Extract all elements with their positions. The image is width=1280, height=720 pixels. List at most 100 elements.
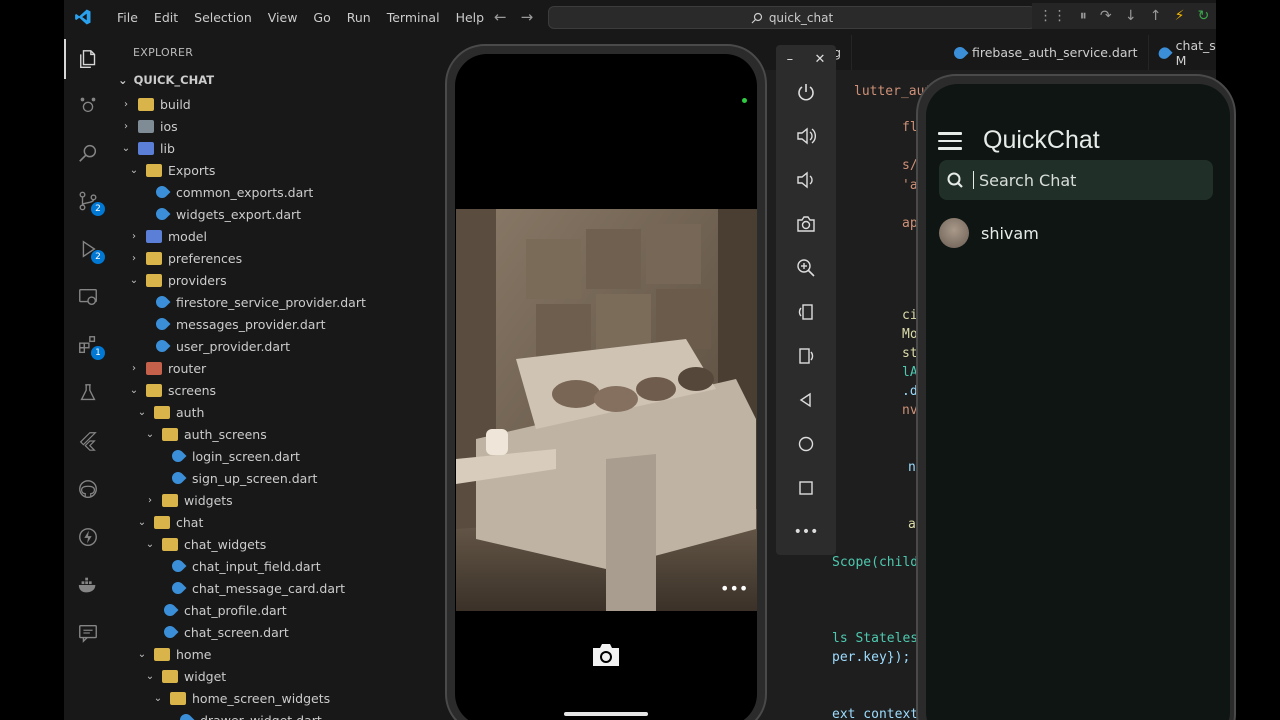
remote-explorer-activity-icon[interactable] (64, 277, 112, 317)
menu-icon[interactable] (938, 132, 962, 150)
testing-activity-icon[interactable] (64, 373, 112, 413)
app-title: QuickChat (983, 126, 1100, 154)
file-item[interactable]: drawer_widget.dart (112, 709, 504, 720)
dart-file-icon (169, 557, 187, 575)
docker-activity-icon[interactable] (64, 565, 112, 605)
emulator-phone: ••• (445, 44, 767, 720)
tree-item-label: providers (168, 272, 227, 288)
tree-item-label: widgets (184, 492, 233, 508)
menu-help[interactable]: Help (448, 10, 493, 25)
ai-assistant-activity-icon[interactable] (64, 85, 112, 125)
power-icon (798, 84, 814, 101)
forward-arrow-icon[interactable]: → (521, 8, 534, 26)
more-options-icon[interactable]: ••• (720, 579, 748, 598)
tree-item-label: auth_screens (184, 426, 267, 442)
folder-icon (162, 493, 178, 507)
screen: File Edit Selection View Go Run Terminal Help ←… (0, 0, 1280, 720)
minimize-icon[interactable]: – (787, 52, 794, 67)
tree-item-label: model (168, 228, 207, 244)
dart-file-icon (153, 183, 171, 201)
camera-screen: ••• (455, 54, 757, 720)
chevron-down-icon: ⌄ (129, 274, 139, 286)
gesture-home-bar[interactable] (564, 712, 648, 716)
chevron-down-icon: ⌄ (145, 670, 155, 682)
drag-handle-icon[interactable]: ⋮⋮ (1039, 8, 1067, 24)
folder-icon (138, 141, 154, 155)
command-center[interactable]: quick_chat (548, 6, 1036, 29)
step-over-icon[interactable]: ↷ (1100, 8, 1112, 24)
comments-activity-icon[interactable] (64, 613, 112, 653)
chevron-down-icon: ⌄ (145, 428, 155, 440)
tab-chat-screen[interactable]: chat_screen.dart M (1149, 35, 1216, 70)
screenshot-button[interactable] (794, 212, 818, 236)
chevron-down-icon: ⌄ (137, 648, 147, 660)
volume-up-button[interactable] (794, 124, 818, 148)
explorer-activity-icon[interactable] (64, 39, 112, 79)
overview-square-icon (799, 481, 813, 495)
camera-shutter-icon[interactable] (590, 642, 622, 668)
menu-terminal[interactable]: Terminal (379, 10, 448, 25)
dart-file-icon (153, 205, 171, 223)
menu-run[interactable]: Run (339, 10, 379, 25)
menu-file[interactable]: File (109, 10, 146, 25)
dart-file-icon (153, 315, 171, 333)
menu-selection[interactable]: Selection (186, 10, 260, 25)
chevron-right-icon: › (124, 98, 128, 110)
folder-icon (154, 515, 170, 529)
run-debug-badge: 2 (91, 250, 105, 264)
quickchat-screen: QuickChat Search Chat shivam (926, 84, 1230, 720)
project-header[interactable]: ⌄ QUICK_CHAT (118, 73, 214, 87)
menu-edit[interactable]: Edit (146, 10, 186, 25)
rotate-right-button[interactable] (794, 344, 818, 368)
dart-file-icon (177, 711, 195, 720)
extensions-activity-icon[interactable]: 1 (64, 325, 112, 365)
tree-item-label: user_provider.dart (176, 338, 291, 354)
rotate-left-button[interactable] (794, 300, 818, 324)
step-out-icon[interactable]: ↑ (1150, 8, 1162, 24)
menu-go[interactable]: Go (305, 10, 338, 25)
chevron-down-icon: ⌄ (137, 516, 147, 528)
hot-reload-icon[interactable]: ⚡ (1175, 8, 1185, 24)
dart-file-icon (169, 447, 187, 465)
lightning-activity-icon[interactable] (64, 517, 112, 557)
dart-file-icon (169, 469, 187, 487)
title-bar: File Edit Selection View Go Run Terminal Help ←… (64, 0, 1216, 35)
github-activity-icon[interactable] (64, 469, 112, 509)
search-chat-field[interactable]: Search Chat (939, 160, 1213, 200)
text-caret (973, 171, 974, 189)
run-debug-activity-icon[interactable]: 2 (64, 229, 112, 269)
command-center-label: quick_chat (768, 10, 834, 25)
step-into-icon[interactable]: ↓ (1125, 8, 1137, 24)
contact-list-item[interactable]: shivam (939, 218, 1039, 248)
restart-icon[interactable]: ↻ (1198, 8, 1210, 24)
pause-icon[interactable]: ⏸ (1080, 8, 1087, 24)
tab-firebase-auth-service[interactable]: firebase_auth_service.dart (944, 35, 1149, 70)
source-control-activity-icon[interactable]: 2 (64, 181, 112, 221)
chevron-down-icon: ⌄ (137, 406, 147, 418)
zoom-button[interactable] (794, 256, 818, 280)
camera-indicator-dot (742, 98, 747, 103)
tree-item-label: messages_provider.dart (176, 316, 326, 332)
close-icon[interactable]: ✕ (814, 52, 825, 67)
power-button[interactable] (794, 80, 818, 104)
tree-item-label: router (168, 360, 207, 376)
tree-item-label: preferences (168, 250, 243, 266)
tree-item-label: widget (184, 668, 227, 684)
more-button[interactable]: ••• (794, 520, 819, 544)
chevron-down-icon: ⌄ (129, 164, 139, 176)
rotate-left-icon (798, 304, 813, 320)
folder-icon (162, 427, 178, 441)
tree-item-label: firestore_service_provider.dart (176, 294, 366, 310)
folder-icon (170, 691, 186, 705)
menu-view[interactable]: View (260, 10, 306, 25)
volume-down-button[interactable] (794, 168, 818, 192)
overview-button[interactable] (794, 476, 818, 500)
back-button[interactable] (794, 388, 818, 412)
search-activity-icon[interactable] (64, 133, 112, 173)
contact-name: shivam (981, 223, 1039, 243)
folder-icon (162, 537, 178, 551)
home-button[interactable] (794, 432, 818, 456)
back-arrow-icon[interactable]: ← (494, 8, 507, 26)
flutter-activity-icon[interactable] (64, 421, 112, 461)
tree-item-label: common_exports.dart (176, 184, 314, 200)
